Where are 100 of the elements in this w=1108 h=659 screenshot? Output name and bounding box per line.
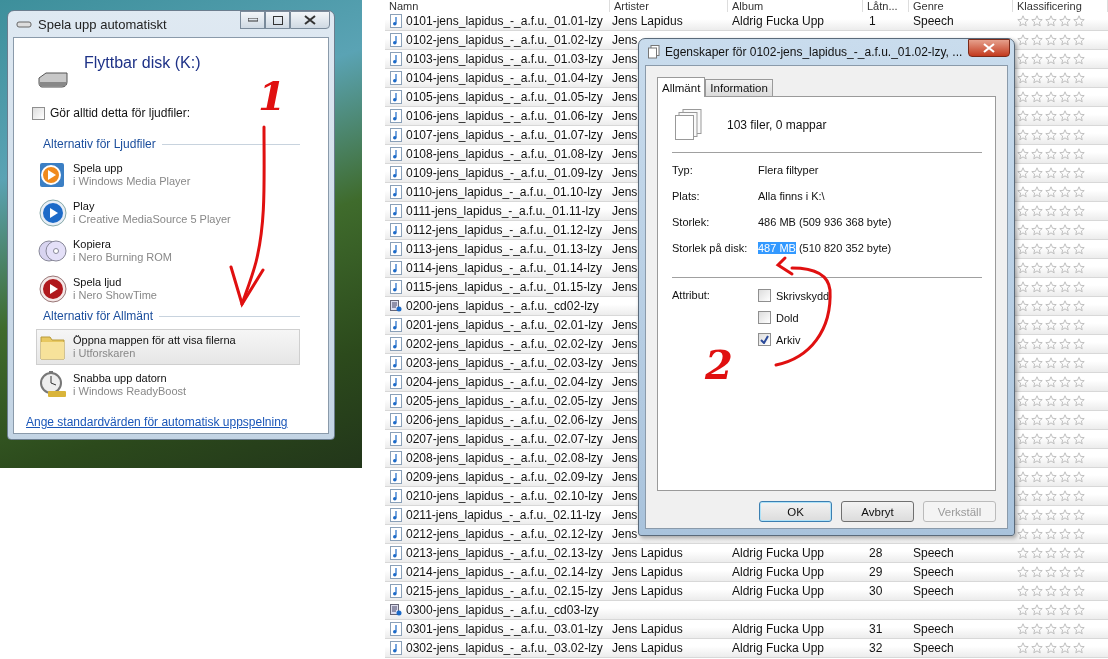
star-icon[interactable] (1045, 338, 1057, 350)
star-icon[interactable] (1031, 509, 1043, 521)
star-icon[interactable] (1059, 490, 1071, 502)
star-icon[interactable] (1045, 300, 1057, 312)
star-icon[interactable] (1045, 15, 1057, 27)
star-icon[interactable] (1059, 281, 1071, 293)
file-name[interactable]: 0301-jens_lapidus_-_a.f.u._03.01-lzy (406, 622, 603, 636)
star-icon[interactable] (1045, 490, 1057, 502)
star-icon[interactable] (1031, 15, 1043, 27)
file-name[interactable]: 0107-jens_lapidus_-_a.f.u._01.07-lzy (406, 128, 603, 142)
star-icon[interactable] (1059, 528, 1071, 540)
star-icon[interactable] (1017, 72, 1029, 84)
file-name[interactable]: 0200-jens_lapidus_-_a.f.u._cd02-lzy (406, 299, 599, 313)
settings-link[interactable]: Ange standardvärden för automatisk uppspelning (26, 415, 316, 429)
star-icon[interactable] (1073, 281, 1085, 293)
star-icon[interactable] (1073, 110, 1085, 122)
star-icon[interactable] (1045, 471, 1057, 483)
close-button[interactable] (968, 39, 1010, 57)
file-name[interactable]: 0114-jens_lapidus_-_a.f.u._01.14-lzy (406, 261, 602, 275)
star-icon[interactable] (1073, 243, 1085, 255)
star-icon[interactable] (1073, 205, 1085, 217)
file-name[interactable]: 0106-jens_lapidus_-_a.f.u._01.06-lzy (406, 109, 603, 123)
star-icon[interactable] (1059, 585, 1071, 597)
star-icon[interactable] (1017, 110, 1029, 122)
star-icon[interactable] (1017, 148, 1029, 160)
file-name[interactable]: 0108-jens_lapidus_-_a.f.u._01.08-lzy (406, 147, 603, 161)
star-icon[interactable] (1073, 53, 1085, 65)
star-icon[interactable] (1031, 395, 1043, 407)
star-icon[interactable] (1017, 205, 1029, 217)
star-icon[interactable] (1017, 300, 1029, 312)
star-icon[interactable] (1045, 91, 1057, 103)
file-name[interactable]: 0211-jens_lapidus_-_a.f.u._02.11-lzy (406, 508, 602, 522)
autoplay-option[interactable]: Play i Creative MediaSource 5 Player (36, 195, 300, 231)
close-button[interactable] (290, 11, 330, 29)
file-name[interactable]: 0101-jens_lapidus_-_a.f.u._01.01-lzy (406, 14, 603, 28)
star-icon[interactable] (1059, 129, 1071, 141)
star-icon[interactable] (1073, 376, 1085, 388)
file-name[interactable]: 0203-jens_lapidus_-_a.f.u._02.03-lzy (406, 356, 603, 370)
star-icon[interactable] (1059, 300, 1071, 312)
star-icon[interactable] (1031, 243, 1043, 255)
star-icon[interactable] (1059, 110, 1071, 122)
star-icon[interactable] (1073, 433, 1085, 445)
star-icon[interactable] (1059, 414, 1071, 426)
star-icon[interactable] (1059, 357, 1071, 369)
file-name[interactable]: 0103-jens_lapidus_-_a.f.u._01.03-lzy (406, 52, 603, 66)
file-name[interactable]: 0204-jens_lapidus_-_a.f.u._02.04-lzy (406, 375, 603, 389)
autoplay-option[interactable]: Öppna mappen för att visa filerna i Utforskaren (36, 329, 300, 365)
star-icon[interactable] (1059, 224, 1071, 236)
tab[interactable]: Allmänt (657, 77, 706, 97)
star-icon[interactable] (1073, 167, 1085, 179)
star-icon[interactable] (1017, 471, 1029, 483)
star-icon[interactable] (1073, 604, 1085, 616)
star-icon[interactable] (1073, 15, 1085, 27)
star-icon[interactable] (1045, 167, 1057, 179)
star-icon[interactable] (1073, 129, 1085, 141)
star-icon[interactable] (1073, 262, 1085, 274)
star-icon[interactable] (1017, 642, 1029, 654)
star-icon[interactable] (1017, 452, 1029, 464)
star-icon[interactable] (1031, 72, 1043, 84)
star-icon[interactable] (1073, 414, 1085, 426)
star-icon[interactable] (1045, 186, 1057, 198)
star-icon[interactable] (1017, 509, 1029, 521)
star-icon[interactable] (1073, 509, 1085, 521)
star-icon[interactable] (1031, 34, 1043, 46)
star-icon[interactable] (1045, 509, 1057, 521)
star-icon[interactable] (1073, 300, 1085, 312)
star-icon[interactable] (1073, 490, 1085, 502)
star-icon[interactable] (1059, 34, 1071, 46)
star-icon[interactable] (1059, 72, 1071, 84)
star-icon[interactable] (1073, 357, 1085, 369)
file-name[interactable]: 0214-jens_lapidus_-_a.f.u._02.14-lzy (406, 565, 603, 579)
star-icon[interactable] (1031, 490, 1043, 502)
star-icon[interactable] (1045, 623, 1057, 635)
star-icon[interactable] (1031, 281, 1043, 293)
file-name[interactable]: 0105-jens_lapidus_-_a.f.u._01.05-lzy (406, 90, 603, 104)
star-icon[interactable] (1045, 281, 1057, 293)
autoplay-option[interactable]: Spela ljud i Nero ShowTime (36, 271, 300, 307)
star-icon[interactable] (1031, 186, 1043, 198)
checkbox[interactable] (758, 311, 771, 324)
file-name[interactable]: 0215-jens_lapidus_-_a.f.u._02.15-lzy (406, 584, 603, 598)
star-icon[interactable] (1031, 129, 1043, 141)
star-icon[interactable] (1045, 585, 1057, 597)
file-name[interactable]: 0300-jens_lapidus_-_a.f.u._cd03-lzy (406, 603, 599, 617)
star-icon[interactable] (1073, 528, 1085, 540)
star-icon[interactable] (1017, 262, 1029, 274)
checkbox[interactable] (758, 289, 771, 302)
star-icon[interactable] (1031, 528, 1043, 540)
file-name[interactable]: 0109-jens_lapidus_-_a.f.u._01.09-lzy (406, 166, 603, 180)
star-icon[interactable] (1017, 490, 1029, 502)
star-icon[interactable] (1031, 566, 1043, 578)
star-icon[interactable] (1031, 547, 1043, 559)
star-icon[interactable] (1045, 376, 1057, 388)
star-icon[interactable] (1045, 72, 1057, 84)
star-icon[interactable] (1073, 186, 1085, 198)
star-icon[interactable] (1059, 338, 1071, 350)
star-icon[interactable] (1045, 604, 1057, 616)
star-icon[interactable] (1017, 414, 1029, 426)
star-icon[interactable] (1045, 566, 1057, 578)
star-icon[interactable] (1017, 357, 1029, 369)
star-icon[interactable] (1031, 338, 1043, 350)
